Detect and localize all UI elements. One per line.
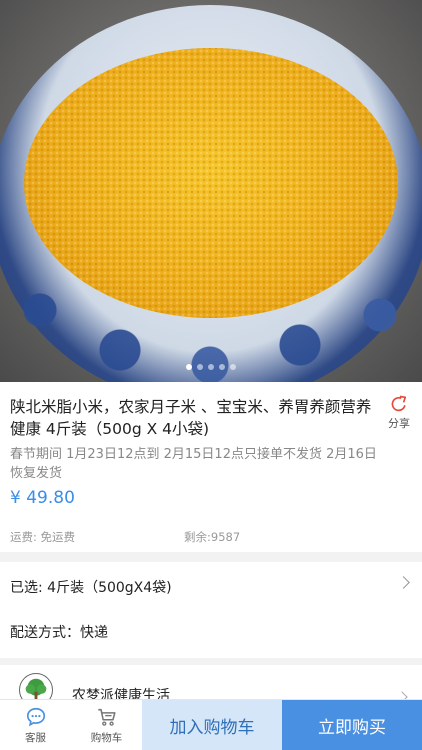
cart-icon (97, 708, 116, 726)
customer-service-button[interactable]: 客服 (0, 700, 71, 750)
carousel-dot[interactable] (219, 364, 225, 370)
freight-info: 运费: 免运费 (10, 530, 76, 544)
share-icon (391, 395, 407, 412)
carousel-dot[interactable] (208, 364, 214, 370)
product-image-carousel[interactable] (0, 0, 422, 382)
chat-icon (26, 707, 45, 727)
share-label: 分享 (388, 417, 410, 430)
delivery-method: 配送方式：快递 (10, 625, 108, 641)
add-to-cart-button[interactable]: 加入购物车 (142, 700, 282, 750)
customer-service-label: 客服 (25, 732, 46, 744)
bottom-action-bar: 客服 购物车 加入购物车 立即购买 (0, 699, 422, 750)
stock-info: 剩余:9587 (184, 530, 241, 544)
carousel-dot[interactable] (197, 364, 203, 370)
carousel-dot[interactable] (230, 364, 236, 370)
chevron-right-icon (397, 576, 410, 589)
millet-image (24, 48, 398, 318)
product-info: 陕北米脂小米，农家月子米 、宝宝米、养胃养颜营养健康 4斤装（500g X 4小… (0, 382, 422, 552)
product-title: 陕北米脂小米，农家月子米 、宝宝米、养胃养颜营养健康 4斤装（500g X 4小… (10, 398, 372, 438)
spec-selection[interactable]: 已选: 4斤装（500gX4袋) 配送方式：快递 (0, 562, 422, 658)
cart-label: 购物车 (90, 732, 123, 744)
shipping-notice: 春节期间 1月23日12点到 2月15日12点只接单不发货 2月16日恢复发货 (10, 447, 377, 481)
buy-now-button[interactable]: 立即购买 (282, 700, 422, 750)
carousel-indicators (0, 364, 422, 370)
cart-button[interactable]: 购物车 (71, 700, 142, 750)
carousel-dot[interactable] (186, 364, 192, 370)
product-price: ¥ 49.80 (10, 488, 75, 508)
selected-spec: 已选: 4斤装（500gX4袋) (10, 580, 172, 596)
share-button[interactable]: 分享 (386, 394, 412, 431)
